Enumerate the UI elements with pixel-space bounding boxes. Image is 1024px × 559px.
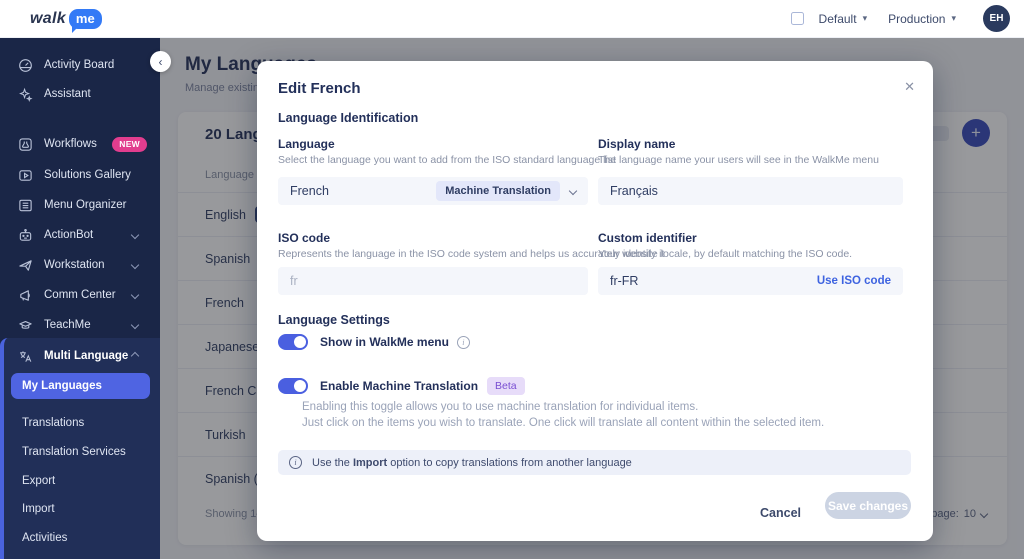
show-in-menu-row: Show in WalkMe menu i <box>278 334 470 350</box>
save-changes-button[interactable]: Save changes <box>825 492 911 519</box>
publish-selector-label: Production <box>888 12 945 26</box>
section-language-settings: Language Settings <box>278 313 390 327</box>
chevron-down-icon <box>131 231 139 239</box>
environment-selector-label: Default <box>819 12 857 26</box>
topbar: walk me Default ▾ Production ▾ EH <box>0 0 1024 38</box>
graduation-cap-icon <box>18 318 33 333</box>
sidebar-item-workstation[interactable]: Workstation <box>0 251 160 279</box>
chevron-down-icon <box>131 261 139 269</box>
sidebar: Activity Board Assistant Workflows NEW S… <box>0 38 160 559</box>
language-field[interactable]: French Machine Translation <box>278 177 588 205</box>
machine-translation-toggle[interactable] <box>278 378 308 394</box>
system-icon <box>791 12 804 25</box>
beta-badge: Beta <box>487 377 525 395</box>
sidebar-item-export[interactable]: Export <box>4 468 160 494</box>
machine-translation-description-2: Just click on the items you wish to tran… <box>302 417 824 429</box>
sidebar-item-teachme[interactable]: TeachMe <box>0 311 160 339</box>
caret-down-icon: ▾ <box>863 13 868 24</box>
sidebar-item-actionbot[interactable]: ActionBot <box>0 221 160 249</box>
sidebar-item-assistant[interactable]: Assistant <box>0 80 160 108</box>
gallery-icon <box>18 168 33 183</box>
sidebar-item-menu-organizer[interactable]: Menu Organizer <box>0 191 160 219</box>
sidebar-item-translation-services[interactable]: Translation Services <box>4 439 160 465</box>
language-label: Language <box>278 137 335 151</box>
translate-icon <box>18 349 33 364</box>
sidebar-item-multi-language[interactable]: Multi Language <box>4 342 160 370</box>
paper-plane-icon <box>18 258 33 273</box>
language-helper: Select the language you want to add from… <box>278 154 616 166</box>
chevron-down-icon <box>569 187 577 195</box>
machine-translation-description-1: Enabling this toggle allows you to use m… <box>302 401 698 413</box>
robot-icon <box>18 228 33 243</box>
gauge-icon <box>18 58 33 73</box>
sidebar-collapse-button[interactable]: ‹ <box>150 51 171 72</box>
sidebar-item-activities[interactable]: Activities <box>4 525 160 551</box>
iso-code-field[interactable]: fr <box>278 267 588 295</box>
chevron-down-icon <box>131 321 139 329</box>
cancel-button[interactable]: Cancel <box>760 506 801 520</box>
sidebar-item-comm-center[interactable]: Comm Center <box>0 281 160 309</box>
sidebar-item-activity-board[interactable]: Activity Board <box>0 51 160 79</box>
close-icon[interactable]: ✕ <box>904 79 915 95</box>
edit-language-modal: Edit French ✕ Language Identification La… <box>257 61 933 541</box>
workflows-icon <box>18 137 33 152</box>
sidebar-item-workflows[interactable]: Workflows NEW <box>0 130 160 158</box>
chevron-left-icon: ‹ <box>159 55 163 69</box>
machine-translation-row: Enable Machine Translation Beta <box>278 377 525 395</box>
info-icon: i <box>289 456 302 469</box>
user-avatar[interactable]: EH <box>983 5 1010 32</box>
banner-text: Use the Import option to copy translatio… <box>312 457 632 469</box>
sparkles-icon <box>18 87 33 102</box>
megaphone-icon <box>18 288 33 303</box>
chevron-down-icon <box>131 291 139 299</box>
sidebar-item-my-languages[interactable]: My Languages <box>11 373 150 399</box>
publish-environment-selector[interactable]: Production ▾ <box>882 8 962 30</box>
logo-me-bubble: me <box>69 9 102 29</box>
use-iso-code-button[interactable]: Use ISO code <box>817 275 891 287</box>
custom-identifier-label: Custom identifier <box>598 231 697 245</box>
custom-identifier-helper: Your website locale, by default matching… <box>598 248 852 260</box>
sidebar-item-import[interactable]: Import <box>4 496 160 522</box>
machine-translation-chip: Machine Translation <box>436 181 560 201</box>
display-name-field[interactable]: Français <box>598 177 903 205</box>
modal-title: Edit French <box>278 80 361 97</box>
walkme-logo: walk me <box>30 9 102 29</box>
environment-selector[interactable]: Default ▾ <box>813 8 874 30</box>
sidebar-item-translations[interactable]: Translations <box>4 410 160 436</box>
chevron-up-icon <box>131 352 139 360</box>
import-info-banner: i Use the Import option to copy translat… <box>278 450 911 475</box>
sidebar-section-multi-language: Multi Language My Languages Translations… <box>0 338 160 559</box>
info-icon[interactable]: i <box>457 336 470 349</box>
display-name-label: Display name <box>598 137 675 151</box>
iso-code-label: ISO code <box>278 231 330 245</box>
show-in-menu-toggle[interactable] <box>278 334 308 350</box>
caret-down-icon: ▾ <box>951 13 956 24</box>
list-icon <box>18 198 33 213</box>
display-name-helper: The language name your users will see in… <box>598 154 879 166</box>
new-badge: NEW <box>112 137 147 152</box>
section-language-identification: Language Identification <box>278 111 418 125</box>
custom-identifier-field[interactable]: fr-FR Use ISO code <box>598 267 903 295</box>
logo-walk-text: walk <box>30 10 66 28</box>
sidebar-item-solutions-gallery[interactable]: Solutions Gallery <box>0 161 160 189</box>
